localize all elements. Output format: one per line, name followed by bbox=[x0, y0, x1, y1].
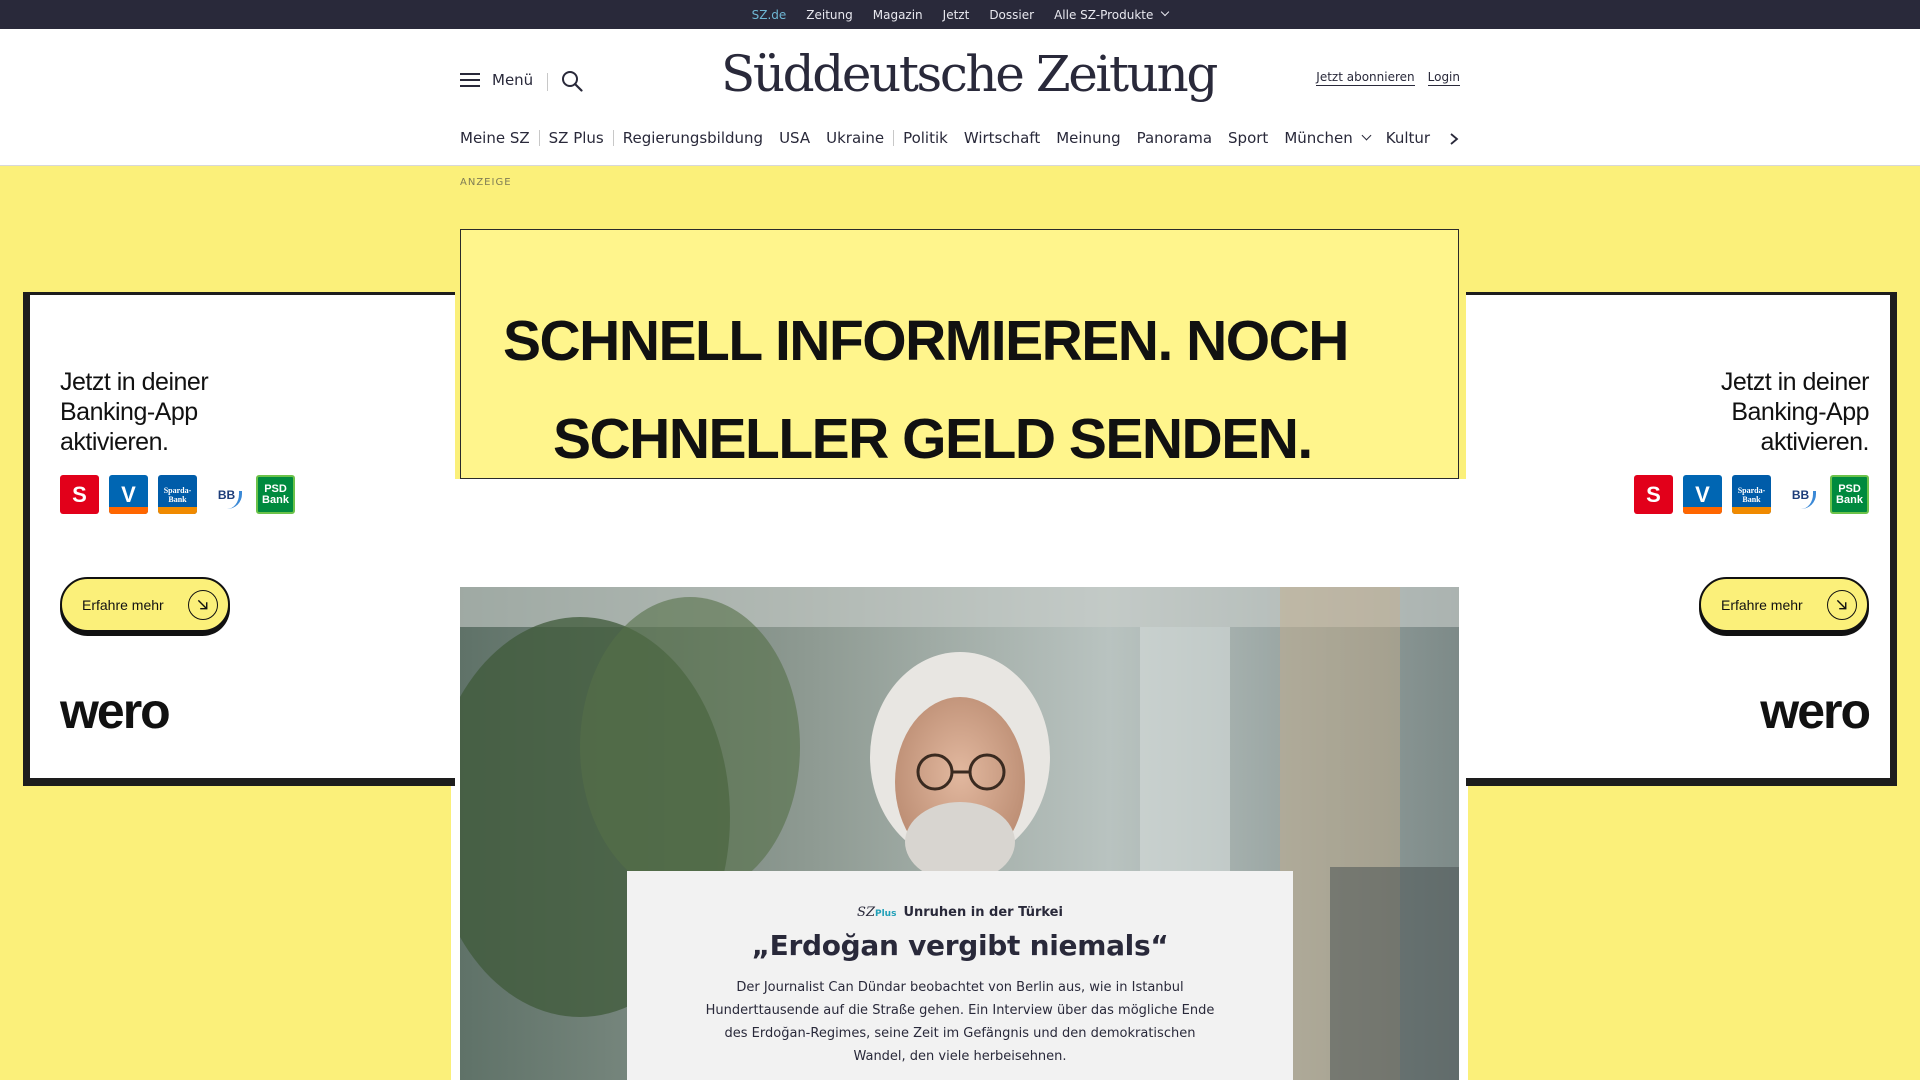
learn-more-label: Erfahre mehr bbox=[82, 596, 164, 613]
billboard-headline-2: SCHNELLER GELD SENDEN. bbox=[553, 407, 1313, 471]
service-link-dossier[interactable]: Dossier bbox=[989, 8, 1034, 22]
volksbank-logo: V bbox=[109, 475, 148, 514]
site-logo[interactable]: Süddeutsche Zeitung bbox=[721, 45, 1218, 103]
service-link-jetzt[interactable]: Jetzt bbox=[943, 8, 970, 22]
service-link-magazin[interactable]: Magazin bbox=[873, 8, 923, 22]
bank-logos: S V Sparda-Bank BB PSD Bank bbox=[1634, 475, 1869, 514]
side-ad-left[interactable]: Jetzt in deiner Banking-App aktivieren. … bbox=[23, 292, 455, 786]
subscribe-link[interactable]: Jetzt abonnieren bbox=[1316, 70, 1415, 86]
ad-copy: Jetzt in deiner Banking-App aktivieren. bbox=[1720, 367, 1870, 457]
billboard-headline: SCHNELL INFORMIEREN. NOCH bbox=[503, 309, 1349, 373]
ad-copy-line: Banking-App bbox=[60, 398, 198, 426]
sparkasse-logo: S bbox=[60, 475, 99, 514]
nav-item-regierungsbildung[interactable]: Regierungsbildung bbox=[623, 129, 763, 147]
sparda-bank-logo: Sparda-Bank bbox=[1732, 475, 1771, 514]
site-header: Menü Süddeutsche Zeitung Jetzt abonniere… bbox=[0, 29, 1920, 166]
nav-item-wirtschaft[interactable]: Wirtschaft bbox=[964, 129, 1040, 147]
bbbank-logo: BB bbox=[207, 475, 246, 514]
service-link-all-products[interactable]: Alle SZ-Produkte bbox=[1054, 8, 1153, 22]
learn-more-button[interactable]: Erfahre mehr bbox=[60, 577, 230, 632]
ad-copy: Jetzt in deiner Banking-App aktivieren. bbox=[60, 367, 209, 457]
arrow-down-right-icon bbox=[188, 590, 218, 620]
side-ad-right[interactable]: Jetzt in deiner Banking-App aktivieren. … bbox=[1466, 292, 1897, 786]
nav-divider bbox=[612, 130, 614, 146]
sz-plus-badge: SZPlus bbox=[857, 905, 896, 920]
nav-divider bbox=[893, 130, 895, 146]
nav-item-muenchen-label: München bbox=[1284, 129, 1353, 147]
account-links: Jetzt abonnieren Login bbox=[1316, 70, 1460, 86]
billboard-ad[interactable]: SCHNELL INFORMIEREN. NOCH SCHNELLER GELD… bbox=[460, 229, 1459, 479]
volksbank-logo: V bbox=[1683, 475, 1722, 514]
teaser-kicker: SZPlus Unruhen in der Türkei bbox=[627, 905, 1293, 920]
header-divider bbox=[547, 73, 548, 91]
service-link-szde[interactable]: SZ.de bbox=[752, 8, 786, 31]
nav-item-meinung[interactable]: Meinung bbox=[1056, 129, 1120, 147]
search-icon[interactable] bbox=[561, 70, 583, 92]
service-link-zeitung[interactable]: Zeitung bbox=[806, 8, 852, 22]
sz-plus-badge-sz: SZ bbox=[857, 905, 875, 920]
ad-copy-line: Banking-App bbox=[1731, 398, 1869, 426]
ad-copy-line: aktivieren. bbox=[60, 428, 169, 456]
wero-logo: wero bbox=[1760, 683, 1871, 739]
sparkasse-logo: S bbox=[1634, 475, 1673, 514]
nav-item-politik[interactable]: Politik bbox=[903, 129, 948, 147]
service-nav: SZ.de Zeitung Magazin Jetzt Dossier Alle… bbox=[0, 0, 1920, 31]
nav-item-sport[interactable]: Sport bbox=[1228, 129, 1268, 147]
teaser-lead: Der Journalist Can Dündar beobachtet von… bbox=[705, 980, 1215, 1064]
nav-item-panorama[interactable]: Panorama bbox=[1137, 129, 1212, 147]
learn-more-label: Erfahre mehr bbox=[1721, 596, 1803, 613]
nav-item-usa[interactable]: USA bbox=[779, 129, 810, 147]
nav-item-kultur[interactable]: Kultur bbox=[1386, 129, 1430, 147]
login-link[interactable]: Login bbox=[1427, 70, 1460, 86]
hamburger-icon bbox=[460, 73, 480, 87]
sparda-bank-logo: Sparda-Bank bbox=[158, 475, 197, 514]
ad-label: ANZEIGE bbox=[460, 177, 512, 188]
chevron-down-icon bbox=[1161, 7, 1170, 16]
bbbank-logo: BB bbox=[1781, 475, 1820, 514]
ad-copy-line: Jetzt in deiner bbox=[60, 368, 209, 396]
nav-item-meine-sz[interactable]: Meine SZ bbox=[460, 129, 530, 147]
service-bar: SZ.de Zeitung Magazin Jetzt Dossier Alle… bbox=[0, 0, 1920, 31]
chevron-down-icon bbox=[1361, 130, 1372, 140]
arrow-down-right-icon bbox=[1827, 590, 1857, 620]
bank-logos: S V Sparda-Bank BB PSD Bank bbox=[60, 475, 295, 514]
ad-copy-line: aktivieren. bbox=[1760, 428, 1870, 456]
article-teaser[interactable]: SZPlus Unruhen in der Türkei „Erdoğan ver… bbox=[627, 871, 1293, 1080]
chevron-right-icon[interactable] bbox=[1448, 132, 1460, 146]
psd-bank-logo: PSD Bank bbox=[256, 475, 295, 514]
menu-label: Menü bbox=[492, 71, 534, 89]
learn-more-button[interactable]: Erfahre mehr bbox=[1699, 577, 1869, 632]
kicker-text: Unruhen in der Türkei bbox=[903, 905, 1063, 920]
nav-item-muenchen[interactable]: München bbox=[1284, 129, 1372, 147]
nav-item-ukraine[interactable]: Ukraine bbox=[826, 129, 884, 147]
all-products-dropdown[interactable]: Alle SZ-Produkte bbox=[1054, 7, 1170, 22]
psd-bank-logo: PSD Bank bbox=[1830, 475, 1869, 514]
nav-item-sz-plus[interactable]: SZ Plus bbox=[549, 129, 604, 147]
category-nav: Meine SZ SZ Plus Regierungsbildung USA U… bbox=[460, 129, 1430, 147]
teaser-headline[interactable]: „Erdoğan vergibt niemals“ bbox=[627, 929, 1293, 962]
sz-plus-badge-plus: Plus bbox=[875, 909, 897, 919]
nav-divider bbox=[538, 130, 540, 146]
wero-logo: wero bbox=[60, 683, 171, 739]
ad-copy-line: Jetzt in deiner bbox=[1720, 368, 1870, 396]
menu-button[interactable]: Menü bbox=[460, 71, 533, 89]
